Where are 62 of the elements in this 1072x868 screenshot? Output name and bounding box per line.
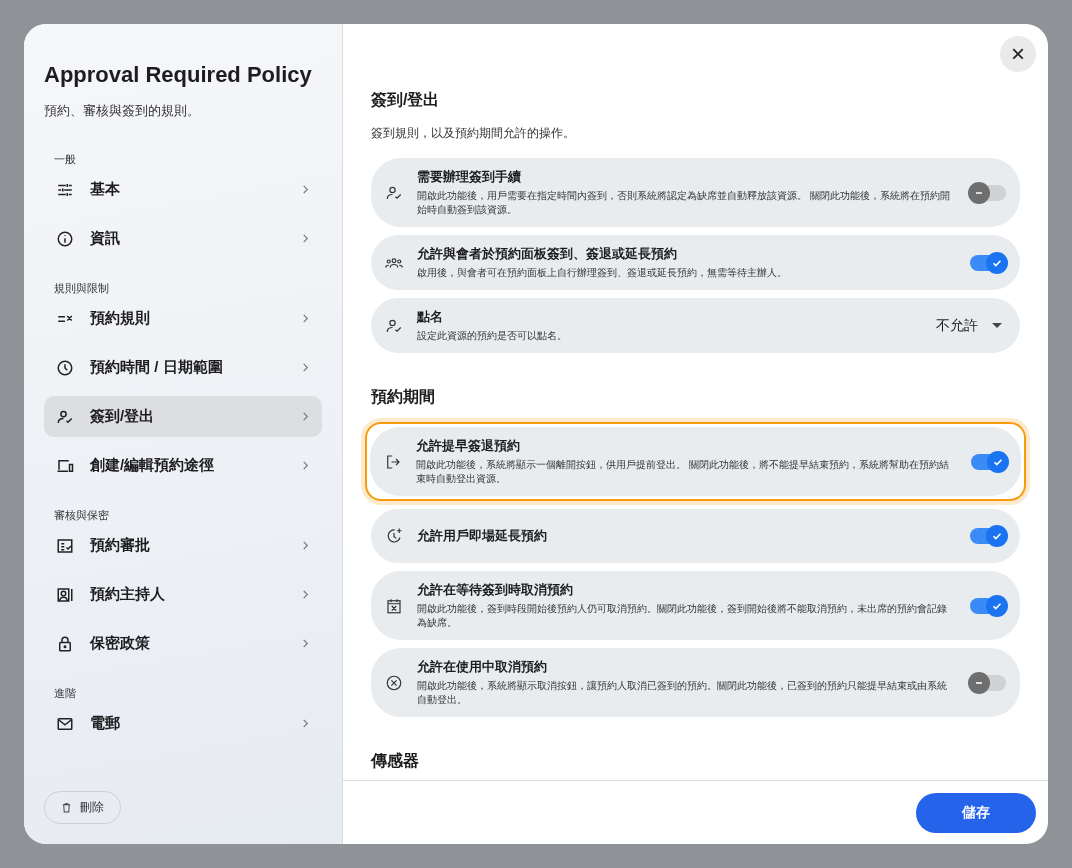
setting-description: 啟用後，與會者可在預約面板上自行辦理簽到、簽退或延長預約，無需等待主辦人。 (417, 266, 788, 280)
chevron-icon (301, 234, 310, 243)
toggle-switch[interactable] (970, 528, 1006, 544)
logout-icon (384, 452, 402, 471)
sidebar-item[interactable]: 簽到/登出 (44, 396, 322, 437)
section-title: 傳感器 (371, 751, 420, 771)
xcircle-icon (385, 673, 403, 692)
section-title: 預約期間 (371, 387, 436, 407)
sidebar-item[interactable]: 預約時間 / 日期範圍 (44, 347, 322, 388)
chevron-icon (301, 363, 310, 372)
trash-icon (61, 802, 72, 813)
host-icon (56, 585, 74, 604)
chevron-icon (301, 719, 310, 728)
setting-title: 允許在使用中取消預約 (417, 658, 548, 676)
setting-description: 開啟此功能後，系統將顯示一個離開按鈕，供用戶提前登出。 關閉此功能後，將不能提早結束預約，系統將幫助在預約結束時自動登出資源。 (416, 458, 950, 486)
close-button[interactable]: × (1000, 36, 1036, 72)
chevron-icon (301, 541, 310, 550)
toggle-switch[interactable] (970, 184, 1006, 201)
section-title: 簽到/登出 (371, 90, 441, 110)
sidebar-item[interactable]: 保密政策 (44, 623, 322, 664)
info-icon (56, 229, 74, 248)
toggle-switch[interactable] (970, 254, 1006, 271)
setting-title: 點名 (417, 308, 444, 326)
sidebar-item[interactable]: 預約審批 (44, 525, 322, 566)
caret-icon (992, 322, 1002, 329)
setting-title: 允許提早簽退預約 (416, 437, 521, 455)
sidebar-item[interactable]: 電郵 (44, 703, 322, 744)
chevron-icon (301, 185, 310, 194)
chevron-icon (301, 412, 310, 421)
section-description: 簽到規則，以及預約期間允許的操作。 (371, 125, 576, 142)
chevron-icon (301, 314, 310, 323)
sidebar-item[interactable]: 資訊 (44, 218, 322, 259)
setting-description: 設定此資源的預約是否可以點名。 (417, 329, 568, 343)
sidebar-item[interactable]: 基本 (44, 169, 322, 210)
group-label: 一般 (53, 152, 77, 167)
setting-description: 開啟此功能後，系統將顯示取消按鈕，讓預約人取消已簽到的預約。關閉此功能後，已簽到的預約只能提早結束或由系統自動登出。 (417, 679, 948, 707)
sidebar-item[interactable]: 創建/編輯預約途徑 (44, 445, 322, 486)
lock-icon (56, 634, 74, 653)
setting-title: 允許用戶即場延長預約 (417, 527, 548, 545)
group-label: 規則與限制 (53, 281, 110, 296)
delete-button[interactable]: 刪除 (44, 791, 121, 824)
dialog-title: Approval Required Policy (44, 62, 313, 88)
approve-icon (56, 536, 74, 555)
group-label: 進階 (53, 686, 77, 701)
group-label: 審核與保密 (53, 508, 110, 523)
sidebar-item[interactable]: 預約規則 (44, 298, 322, 339)
chevron-icon (301, 461, 310, 470)
dropdown[interactable]: 不允許 (936, 316, 1006, 335)
chevron-icon (301, 639, 310, 648)
setting-description: 開啟此功能後，用戶需要在指定時間內簽到，否則系統將認定為缺席並自動釋放該資源。 關閉此功能後，系統將在預約開始時自動簽到該資源。 (417, 189, 951, 217)
setting-title: 允許在等待簽到時取消預約 (417, 581, 574, 599)
dialog-subtitle: 預約、審核與簽到的規則。 (44, 102, 201, 120)
toggle-switch[interactable] (970, 597, 1006, 614)
setting-description: 開啟此功能後，簽到時段開始後預約人仍可取消預約。關閉此功能後，簽到開始後將不能取消預約，未出席的預約會記錄為缺席。 (417, 602, 948, 630)
sidebar-item[interactable]: 預約主持人 (44, 574, 322, 615)
save-button[interactable]: 儲存 (916, 792, 1036, 833)
setting-title: 需要辦理簽到手續 (417, 168, 522, 186)
toggle-switch[interactable] (971, 453, 1007, 470)
setting-title: 允許與會者於預約面板簽到、簽退或延長預約 (417, 245, 678, 263)
chevron-icon (301, 590, 310, 599)
clock-icon (56, 358, 74, 377)
toggle-switch[interactable] (970, 674, 1006, 691)
